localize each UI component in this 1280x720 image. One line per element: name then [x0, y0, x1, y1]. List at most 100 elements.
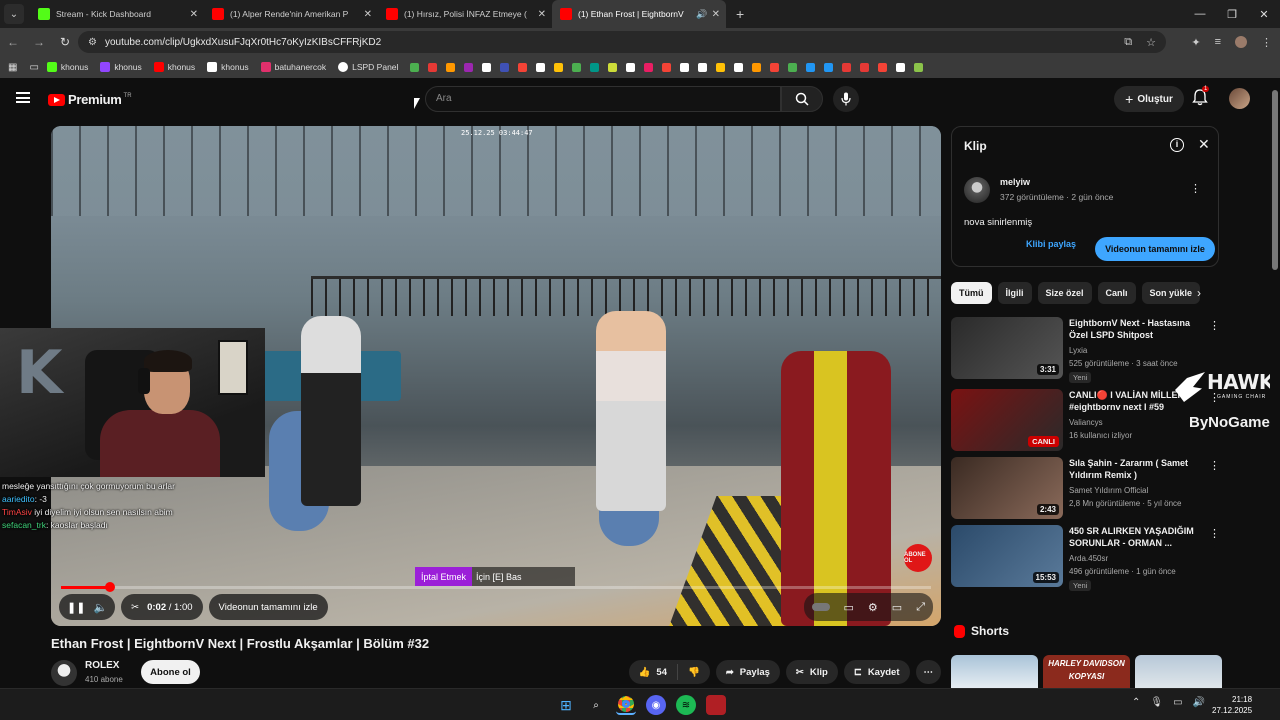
video-title[interactable]: 450 SR ALIRKEN YAŞADIĞIM SORUNLAR - ORMA…: [1069, 525, 1204, 549]
channel-name[interactable]: Valiancys: [1069, 418, 1103, 427]
close-icon[interactable]: ✕: [1198, 136, 1210, 153]
forward-icon[interactable]: →: [26, 35, 52, 49]
bookmark-item[interactable]: khonus: [43, 62, 92, 72]
bookmark-icon[interactable]: [518, 62, 528, 72]
extensions-icon[interactable]: ✦: [1191, 36, 1200, 49]
close-tab-icon[interactable]: ✕: [190, 9, 198, 20]
channel-avatar[interactable]: [51, 660, 77, 686]
like-button[interactable]: 👍 54: [629, 664, 678, 680]
scrubber-handle[interactable]: [104, 582, 115, 592]
bookmark-icon[interactable]: [500, 62, 510, 72]
chip-recent[interactable]: Son yükle: [1141, 282, 1201, 304]
search-input[interactable]: Ara: [425, 86, 781, 112]
bookmark-icon[interactable]: [842, 62, 852, 72]
discord-icon[interactable]: ◉: [646, 695, 666, 715]
create-button[interactable]: + Oluştur: [1114, 86, 1184, 112]
channel-name[interactable]: Samet Yıldırım Official: [1069, 486, 1148, 495]
chip-live[interactable]: Canlı: [1097, 282, 1136, 304]
short-thumbnail[interactable]: [951, 655, 1038, 688]
video-thumbnail[interactable]: 2:43: [951, 457, 1063, 519]
short-thumbnail[interactable]: [1135, 655, 1222, 688]
more-options-icon[interactable]: ⋮: [1209, 459, 1220, 472]
autoplay-toggle[interactable]: [811, 603, 830, 611]
more-options-icon[interactable]: ⋮: [1209, 319, 1220, 332]
bookmark-icon[interactable]: [752, 62, 762, 72]
pause-icon[interactable]: ❚❚: [67, 601, 85, 614]
page-scrollbar[interactable]: [1270, 80, 1280, 688]
channel-name[interactable]: ROLEX: [85, 660, 119, 671]
video-thumbnail[interactable]: 15:53: [951, 525, 1063, 587]
voice-search-button[interactable]: [833, 86, 859, 112]
bookmark-icon[interactable]: [716, 62, 726, 72]
bookmark-icon[interactable]: [410, 62, 420, 72]
search-button[interactable]: [781, 86, 823, 112]
info-icon[interactable]: i: [1170, 138, 1184, 152]
system-clock[interactable]: 21:18 27.12.2025: [1212, 694, 1252, 716]
bookmark-icon[interactable]: [698, 62, 708, 72]
search-icon[interactable]: ⌕: [586, 695, 606, 715]
reading-list-icon[interactable]: ≡: [1215, 36, 1221, 48]
channel-name[interactable]: Arda.450sr: [1069, 554, 1108, 563]
back-icon[interactable]: ←: [0, 35, 26, 49]
chip-related[interactable]: İlgili: [997, 282, 1032, 304]
hamburger-menu-icon[interactable]: [16, 92, 30, 103]
video-thumbnail[interactable]: CANLI: [951, 389, 1063, 451]
bookmark-item[interactable]: LSPD Panel: [334, 62, 402, 72]
new-tab-icon[interactable]: +: [736, 6, 744, 22]
chevron-up-icon[interactable]: ⌃: [1132, 697, 1140, 708]
bookmark-icon[interactable]: [896, 62, 906, 72]
bookmark-icon[interactable]: [824, 62, 834, 72]
bookmark-item[interactable]: khonus: [150, 62, 199, 72]
close-tab-icon[interactable]: ✕: [712, 9, 720, 20]
video-title[interactable]: EightbornV Next - Hastasına Özel LSPD Sh…: [1069, 317, 1204, 341]
recommended-video[interactable]: 15:53 450 SR ALIRKEN YAŞADIĞIM SORUNLAR -…: [951, 525, 1231, 591]
windows-start-icon[interactable]: ⊞: [556, 695, 576, 715]
progress-bar[interactable]: [61, 582, 931, 592]
video-title[interactable]: Sıla Şahin - Zararım ( Samet Yıldırım Re…: [1069, 457, 1204, 481]
bookmark-icon[interactable]: [914, 62, 924, 72]
apps-grid-icon[interactable]: ▦: [8, 62, 17, 73]
bookmark-item[interactable]: khonus: [203, 62, 252, 72]
chip-all[interactable]: Tümü: [951, 282, 992, 304]
network-icon[interactable]: ▭: [1173, 697, 1182, 708]
bookmark-icon[interactable]: [806, 62, 816, 72]
bookmark-item[interactable]: batuhanercok: [257, 62, 331, 72]
more-options-icon[interactable]: ⋮: [1209, 527, 1220, 540]
spotify-icon[interactable]: ≋: [676, 695, 696, 715]
bookmark-item[interactable]: khonus: [96, 62, 145, 72]
bookmark-icon[interactable]: [464, 62, 474, 72]
browser-tab[interactable]: (1) Alper Rende'nin Amerikan P ✕: [204, 0, 378, 28]
subtitles-icon[interactable]: ▭: [844, 601, 854, 614]
restore-icon[interactable]: ❐: [1216, 8, 1248, 21]
channel-name[interactable]: Lyxia: [1069, 346, 1087, 355]
bookmark-icon[interactable]: [536, 62, 546, 72]
bookmark-icon[interactable]: [482, 62, 492, 72]
close-window-icon[interactable]: ✕: [1248, 8, 1280, 21]
close-tab-icon[interactable]: ✕: [364, 9, 372, 20]
bookmark-icon[interactable]: [680, 62, 690, 72]
browser-tab[interactable]: (1) Hırsız, Polisi İNFAZ Etmeye ( ✕: [378, 0, 552, 28]
microphone-icon[interactable]: 🎙: [1150, 697, 1163, 708]
profile-icon[interactable]: [1235, 36, 1247, 48]
settings-icon[interactable]: ⚙: [868, 601, 878, 614]
watch-full-video-button[interactable]: Videonun tamamını izle: [208, 594, 328, 620]
chrome-icon[interactable]: [616, 695, 636, 715]
theater-mode-icon[interactable]: ▭: [892, 601, 902, 614]
bookmark-icon[interactable]: [572, 62, 582, 72]
bookmark-icon[interactable]: [860, 62, 870, 72]
save-button[interactable]: ⊏ Kaydet: [843, 660, 910, 684]
speaker-icon[interactable]: 🔊: [696, 9, 707, 20]
watch-full-video-button[interactable]: Videonun tamamını izle: [1095, 237, 1215, 261]
video-thumbnail[interactable]: 3:31: [951, 317, 1063, 379]
more-actions-button[interactable]: ⋯: [915, 660, 941, 684]
short-thumbnail[interactable]: HARLEY DAVIDSON KOPYASI: [1043, 655, 1130, 688]
bookmark-icon[interactable]: [626, 62, 636, 72]
site-info-icon[interactable]: ⚙: [88, 37, 97, 48]
scrollbar-thumb[interactable]: [1272, 90, 1278, 270]
chevron-right-icon[interactable]: ›: [1197, 286, 1201, 300]
clip-creator-name[interactable]: melyiw: [1000, 177, 1030, 187]
account-avatar[interactable]: [1229, 88, 1250, 109]
bookmark-icon[interactable]: [428, 62, 438, 72]
clip-creator-avatar[interactable]: [964, 177, 990, 203]
app-icon[interactable]: [706, 695, 726, 715]
